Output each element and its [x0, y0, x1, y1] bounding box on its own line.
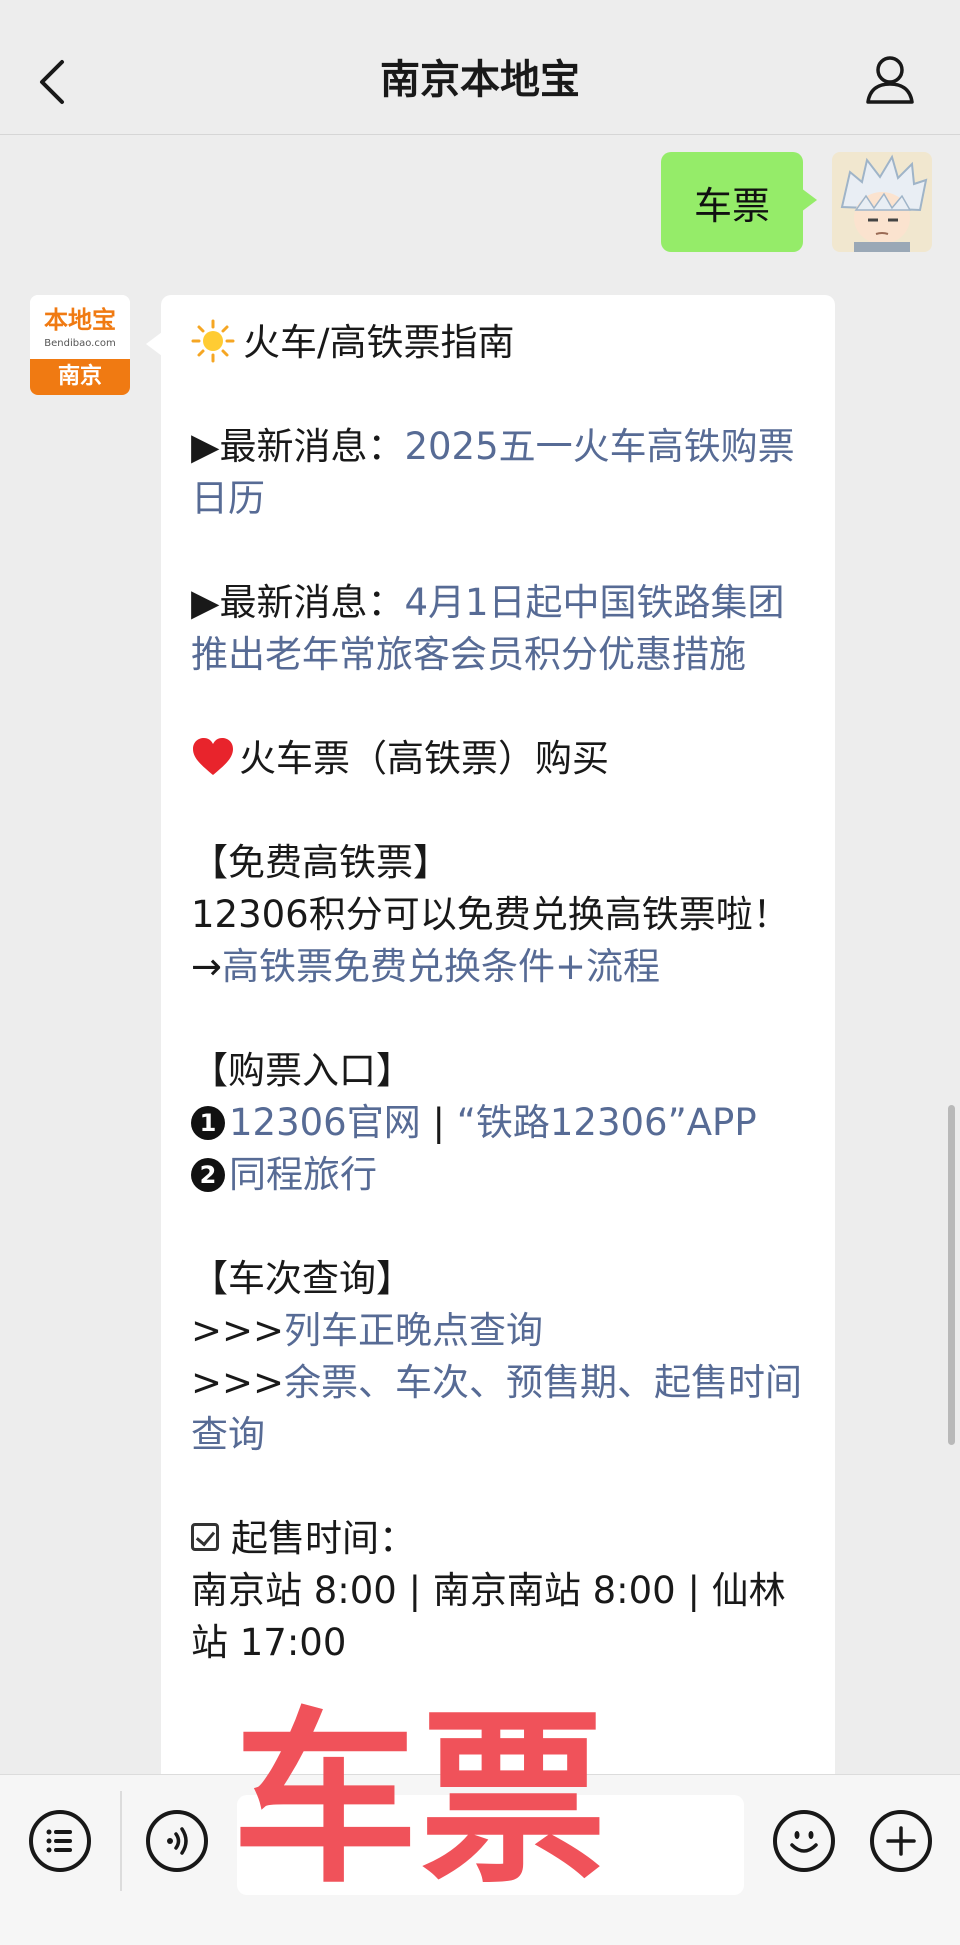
bubble-tail	[146, 332, 162, 356]
official-site-link[interactable]: 12306官网	[229, 1101, 421, 1144]
query1-prefix: >>>	[191, 1309, 285, 1352]
menu-button[interactable]	[29, 1810, 91, 1872]
plus-icon	[886, 1826, 916, 1856]
profile-button[interactable]	[860, 50, 920, 110]
train-delay-link[interactable]: 列车正晚点查询	[284, 1309, 543, 1352]
message-title: 火车/高铁票指南	[243, 321, 515, 364]
overlay-caption: 车票	[232, 1691, 609, 1908]
top-nav-bar: 南京本地宝	[0, 0, 960, 135]
more-button[interactable]	[870, 1810, 932, 1872]
emoji-button[interactable]	[773, 1810, 835, 1872]
voice-button[interactable]	[146, 1810, 208, 1872]
incoming-message-bubble[interactable]: 火车/高铁票指南 ▶最新消息：2025五一火车高铁购票日历 ▶最新消息：4月1日…	[161, 295, 835, 1795]
number-2-icon: 2	[191, 1158, 225, 1192]
sun-icon	[191, 319, 235, 363]
bendibao-logo: 本地宝 Bendibao.com 南京	[30, 295, 130, 395]
sale-times: 南京站 8:00 | 南京南站 8:00 | 仙林站 17:00	[191, 1569, 786, 1664]
query-heading: 【车次查询】	[191, 1257, 413, 1300]
logo-text: 本地宝	[44, 306, 116, 334]
chat-scrollbar[interactable]	[948, 1105, 955, 1445]
menu-list-icon	[46, 1829, 72, 1853]
outgoing-message-bubble[interactable]: 车票	[661, 152, 817, 252]
news1-prefix: ▶最新消息：	[191, 425, 405, 468]
railway-app-link[interactable]: “铁路12306”APP	[457, 1101, 757, 1144]
buy-heading: 火车票（高铁票）购买	[239, 737, 609, 780]
bendibao-avatar[interactable]: 本地宝 Bendibao.com 南京	[30, 295, 130, 395]
entry-heading: 【购票入口】	[191, 1049, 413, 1092]
number-1-icon: 1	[191, 1106, 225, 1140]
heart-icon	[193, 738, 233, 775]
sale-heading: 起售时间：	[231, 1517, 416, 1560]
logo-city: 南京	[57, 364, 102, 389]
news2-prefix: ▶最新消息：	[191, 581, 405, 624]
entry-separator: |	[432, 1101, 445, 1144]
user-icon	[866, 56, 914, 104]
chat-title: 南京本地宝	[380, 57, 580, 103]
bar-divider	[120, 1791, 122, 1891]
message-body: 火车/高铁票指南 ▶最新消息：2025五一火车高铁购票日历 ▶最新消息：4月1日…	[191, 317, 811, 1669]
user-avatar[interactable]	[832, 152, 932, 252]
anime-avatar-image	[832, 152, 932, 252]
checkbox-icon	[191, 1523, 219, 1551]
query2-prefix: >>>	[191, 1361, 285, 1404]
tongcheng-link[interactable]: 同程旅行	[229, 1153, 377, 1196]
free-exchange-link[interactable]: 高铁票免费兑换条件+流程	[222, 945, 660, 988]
free-heading: 【免费高铁票】	[191, 841, 450, 884]
outgoing-message-text: 车票	[693, 183, 770, 228]
logo-domain: Bendibao.com	[44, 338, 116, 349]
voice-icon	[167, 1827, 188, 1855]
emoji-icon	[790, 1831, 818, 1853]
